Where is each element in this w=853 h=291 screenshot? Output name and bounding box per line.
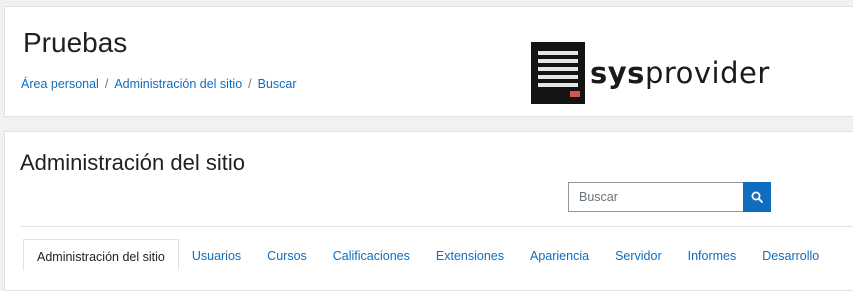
- page-header-card: Pruebas Área personal / Administración d…: [4, 6, 853, 117]
- tab-cursos[interactable]: Cursos: [254, 239, 320, 271]
- server-rack-icon: [531, 42, 585, 104]
- admin-search: [568, 182, 771, 212]
- page-title: Pruebas: [23, 27, 128, 58]
- logo-text: sysprovider: [590, 56, 770, 90]
- tab-extensiones[interactable]: Extensiones: [423, 239, 517, 271]
- sysprovider-logo: sysprovider: [531, 42, 770, 104]
- breadcrumb-separator: /: [104, 77, 109, 91]
- tab-usuarios[interactable]: Usuarios: [179, 239, 254, 271]
- breadcrumb-item-administracion[interactable]: Administración del sitio: [114, 77, 242, 91]
- admin-tabs: Administración del sitio Usuarios Cursos…: [23, 239, 832, 271]
- breadcrumb: Área personal / Administración del sitio…: [21, 77, 297, 91]
- search-input[interactable]: [568, 182, 743, 212]
- tab-calificaciones[interactable]: Calificaciones: [320, 239, 423, 271]
- breadcrumb-item-buscar[interactable]: Buscar: [258, 77, 297, 91]
- breadcrumb-separator: /: [248, 77, 252, 91]
- breadcrumb-item-area-personal[interactable]: Área personal: [21, 77, 99, 91]
- tab-desarrollo[interactable]: Desarrollo: [749, 239, 832, 271]
- divider: [20, 226, 853, 227]
- section-title: Administración del sitio: [20, 150, 245, 175]
- tab-informes[interactable]: Informes: [675, 239, 750, 271]
- tab-administracion-del-sitio[interactable]: Administración del sitio: [23, 239, 179, 271]
- search-button[interactable]: [743, 182, 771, 212]
- site-admin-card: Administración del sitio Administración …: [4, 131, 853, 291]
- search-icon: [751, 191, 763, 203]
- tab-apariencia[interactable]: Apariencia: [517, 239, 602, 271]
- tab-servidor[interactable]: Servidor: [602, 239, 675, 271]
